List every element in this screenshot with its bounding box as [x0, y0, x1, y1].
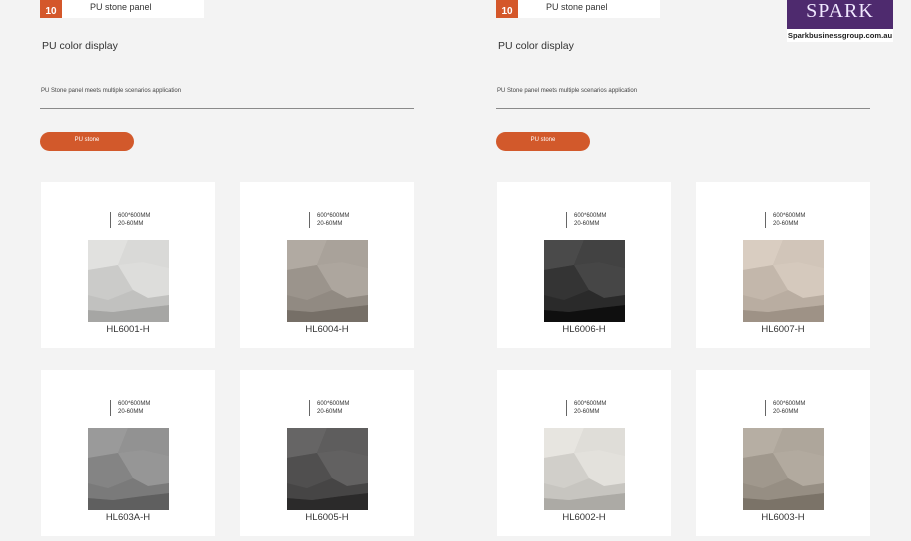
dimension-label: 600*600MM 20-60MM — [110, 400, 150, 416]
product-code: HL6007-H — [761, 324, 805, 335]
product-card[interactable]: 600*600MM 20-60MM HL6002-H — [497, 370, 671, 536]
size-text: 600*600MM — [317, 213, 350, 219]
divider — [496, 108, 870, 109]
taupe-stone-swatch-icon — [743, 428, 824, 510]
logo-url: Sparkbusinessgroup.com.au — [787, 31, 893, 40]
product-code: HL6002-H — [562, 512, 606, 523]
black-stone-swatch-icon — [544, 240, 625, 322]
product-code: HL6003-H — [761, 512, 805, 523]
product-code: HL6001-H — [106, 324, 150, 335]
spark-logo: SPARK Sparkbusinessgroup.com.au — [787, 0, 893, 42]
thickness-text: 20-60MM — [118, 409, 144, 415]
thickness-text: 20-60MM — [574, 221, 600, 227]
dark-grey-stone-swatch-icon — [287, 428, 368, 510]
header-strip: 10 PU stone panel — [496, 0, 660, 18]
dimension-label: 600*600MM 20-60MM — [110, 212, 150, 228]
product-card[interactable]: 600*600MM 20-60MM HL6004-H — [240, 182, 414, 348]
section-number-badge: 10 — [40, 0, 62, 18]
section-subtitle: PU Stone panel meets multiple scenarios … — [497, 88, 638, 94]
product-card[interactable]: 600*600MM 20-60MM HL603A-H — [41, 370, 215, 536]
logo-wordmark: SPARK — [806, 0, 874, 22]
right-panel: 10 PU stone panel PU color display PU St… — [496, 0, 876, 541]
logo-banner: SPARK — [787, 0, 893, 29]
size-text: 600*600MM — [118, 213, 151, 219]
dimension-label: 600*600MM 20-60MM — [765, 212, 805, 228]
sand-stone-swatch-icon — [743, 240, 824, 322]
pu-stone-button[interactable]: PU stone — [40, 132, 134, 151]
section-number-badge: 10 — [496, 0, 518, 18]
product-code: HL6005-H — [305, 512, 349, 523]
product-card[interactable]: 600*600MM 20-60MM HL6001-H — [41, 182, 215, 348]
product-card[interactable]: 600*600MM 20-60MM HL6006-H — [497, 182, 671, 348]
medium-grey-stone-swatch-icon — [88, 428, 169, 510]
dimension-label: 600*600MM 20-60MM — [309, 212, 349, 228]
size-text: 600*600MM — [773, 213, 806, 219]
header-title: PU stone panel — [90, 2, 152, 12]
thickness-text: 20-60MM — [317, 221, 343, 227]
size-text: 600*600MM — [118, 401, 151, 407]
product-card[interactable]: 600*600MM 20-60MM HL6003-H — [696, 370, 870, 536]
left-panel: 10 PU stone panel PU color display PU St… — [40, 0, 420, 541]
light-grey-stone-swatch-icon — [88, 240, 169, 322]
size-text: 600*600MM — [574, 213, 607, 219]
dimension-label: 600*600MM 20-60MM — [566, 212, 606, 228]
thickness-text: 20-60MM — [574, 409, 600, 415]
product-card[interactable]: 600*600MM 20-60MM HL6005-H — [240, 370, 414, 536]
section-subtitle: PU Stone panel meets multiple scenarios … — [41, 88, 182, 94]
dimension-label: 600*600MM 20-60MM — [566, 400, 606, 416]
section-title: PU color display — [498, 40, 574, 52]
pu-stone-button[interactable]: PU stone — [496, 132, 590, 151]
divider — [40, 108, 414, 109]
product-card[interactable]: 600*600MM 20-60MM HL6007-H — [696, 182, 870, 348]
size-text: 600*600MM — [317, 401, 350, 407]
off-white-stone-swatch-icon — [544, 428, 625, 510]
product-code: HL6004-H — [305, 324, 349, 335]
size-text: 600*600MM — [574, 401, 607, 407]
thickness-text: 20-60MM — [773, 221, 799, 227]
dimension-label: 600*600MM 20-60MM — [765, 400, 805, 416]
beige-grey-stone-swatch-icon — [287, 240, 368, 322]
thickness-text: 20-60MM — [118, 221, 144, 227]
section-title: PU color display — [42, 40, 118, 52]
header-strip: 10 PU stone panel — [40, 0, 204, 18]
product-code: HL603A-H — [105, 512, 151, 523]
header-title: PU stone panel — [546, 2, 608, 12]
thickness-text: 20-60MM — [773, 409, 799, 415]
thickness-text: 20-60MM — [317, 409, 343, 415]
size-text: 600*600MM — [773, 401, 806, 407]
product-code: HL6006-H — [562, 324, 606, 335]
dimension-label: 600*600MM 20-60MM — [309, 400, 349, 416]
